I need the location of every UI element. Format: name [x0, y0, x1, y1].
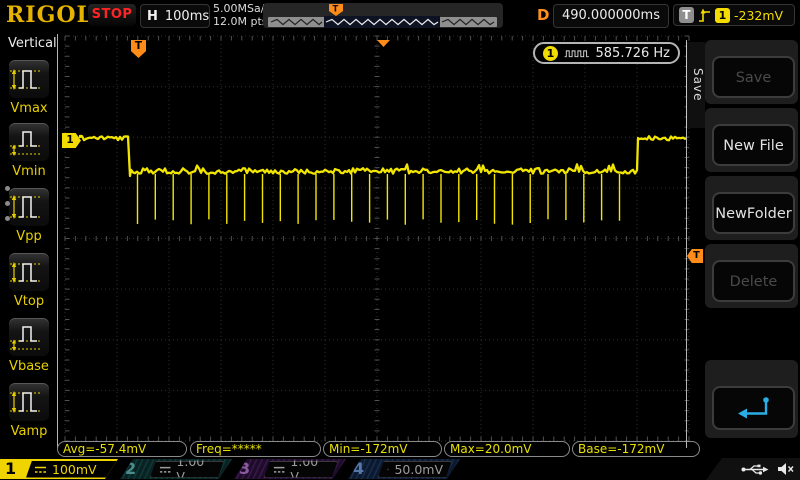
menu-title-vertical: Vertical	[8, 36, 57, 51]
measurement-base: Base=-172mV	[572, 441, 700, 457]
vmin-button[interactable]	[9, 123, 49, 161]
horizontal-timebase: H 100ms	[140, 4, 210, 28]
sidebar-item-vbase[interactable]: Vbase	[0, 318, 58, 376]
measurement-min: Min=-172mV	[323, 441, 442, 457]
run-state-badge[interactable]: STOP	[88, 4, 136, 26]
trigger-position-flag[interactable]: T	[131, 40, 146, 58]
memory-position-bar[interactable]: T	[263, 3, 503, 28]
vpp-icon	[10, 195, 42, 219]
rigol-logo: RIGOL	[6, 2, 93, 28]
acquisition-info: 5.00MSa/s 12.0M pts	[213, 2, 270, 28]
measurement-max: Max=20.0mV	[444, 441, 570, 457]
dc-coupling-icon	[387, 464, 389, 475]
vmax-icon	[10, 69, 42, 90]
channel-2-scale: 1.00 V	[150, 461, 224, 478]
vtop-icon	[10, 262, 42, 283]
channel-2-status[interactable]: 2 1.00 V	[120, 459, 232, 479]
counter-value: 585.726 Hz	[595, 45, 671, 61]
trigger-status: T 1 -232mV	[673, 4, 795, 26]
sample-rate: 5.00MSa/s	[213, 2, 271, 15]
trigger-level-value: -232mV	[734, 7, 784, 23]
delay-value: 490.000000ms	[553, 4, 669, 28]
sidebar-item-vmax[interactable]: Vmax	[0, 60, 58, 118]
channel-3-status[interactable]: 3 1.00 V	[234, 459, 346, 479]
new-folder-button[interactable]: NewFolder	[712, 192, 795, 234]
trigger-level-marker[interactable]: T	[687, 249, 703, 263]
memory-depth: 12.0M pts	[213, 15, 268, 28]
sidebar-item-vmin[interactable]: Vmin	[0, 123, 58, 181]
vbase-icon	[10, 326, 42, 351]
measurement-freq: Freq=*****	[190, 441, 321, 457]
graticule	[64, 35, 690, 442]
vmax-label: Vmax	[10, 101, 48, 116]
sidebar-item-vamp[interactable]: Vamp	[0, 383, 58, 441]
back-button[interactable]	[712, 386, 795, 430]
vbase-button[interactable]	[9, 318, 49, 356]
return-arrow-icon	[737, 397, 769, 419]
channel-4-scale: 50.0mV	[378, 461, 452, 478]
svg-text:T: T	[333, 5, 339, 15]
memory-position-visual: T	[268, 4, 497, 28]
oscilloscope-screen: RIGOL STOP H 100ms 5.00MSa/s 12.0M pts T…	[0, 0, 800, 480]
vbase-label: Vbase	[9, 359, 49, 374]
counter-channel-badge: 1	[543, 45, 558, 61]
trigger-source-badge: 1	[715, 7, 730, 23]
vpp-label: Vpp	[16, 229, 42, 244]
ch1-trace	[78, 134, 688, 225]
rising-edge-icon	[699, 8, 710, 22]
horizontal-center-marker	[377, 40, 390, 47]
vpp-button[interactable]	[9, 188, 49, 226]
menu-tab-save: Save	[686, 42, 705, 128]
channel-3-scale: 1.00 V	[264, 461, 338, 478]
channel-4-number: 4	[353, 459, 365, 478]
vamp-button[interactable]	[9, 383, 49, 421]
save-button[interactable]: Save	[712, 56, 795, 98]
vtop-button[interactable]	[9, 253, 49, 291]
square-wave-icon	[564, 49, 589, 57]
vmin-label: Vmin	[12, 164, 46, 179]
channel-3-number: 3	[239, 459, 251, 478]
vamp-icon	[10, 391, 42, 413]
vtop-label: Vtop	[13, 294, 45, 309]
vamp-label: Vamp	[10, 424, 48, 439]
dc-coupling-icon	[159, 464, 171, 475]
page-dot-2	[5, 201, 10, 206]
delay-label: D	[537, 6, 550, 24]
measurement-avg: Avg=-57.4mV	[57, 441, 187, 457]
channel-1-scale: 100mV	[26, 461, 124, 478]
channel-4-status[interactable]: 4 50.0mV	[348, 459, 460, 479]
usb-icon	[741, 464, 769, 475]
channel-1-number: 1	[5, 459, 17, 478]
page-dot-3	[5, 216, 10, 221]
vmax-button[interactable]	[9, 60, 49, 98]
channel-1-level-marker[interactable]: 1	[62, 133, 81, 148]
grid	[64, 35, 690, 442]
status-icons-panel	[706, 458, 800, 480]
h-label: H	[147, 8, 158, 24]
dc-coupling-icon	[34, 464, 47, 475]
new-file-button[interactable]: New File	[712, 124, 795, 166]
vmin-icon	[10, 131, 42, 156]
delete-button[interactable]: Delete	[712, 260, 795, 302]
speaker-muted-icon	[778, 463, 794, 475]
channel-1-status[interactable]: 1 100mV	[0, 459, 118, 479]
dc-coupling-icon	[273, 464, 285, 475]
timebase-value: 100ms	[164, 8, 210, 24]
page-dot-1	[5, 186, 10, 191]
channel-2-number: 2	[125, 459, 137, 478]
frequency-counter: 1 585.726 Hz	[533, 42, 680, 64]
trigger-label: T	[679, 7, 694, 23]
sidebar-item-vtop[interactable]: Vtop	[0, 253, 58, 311]
